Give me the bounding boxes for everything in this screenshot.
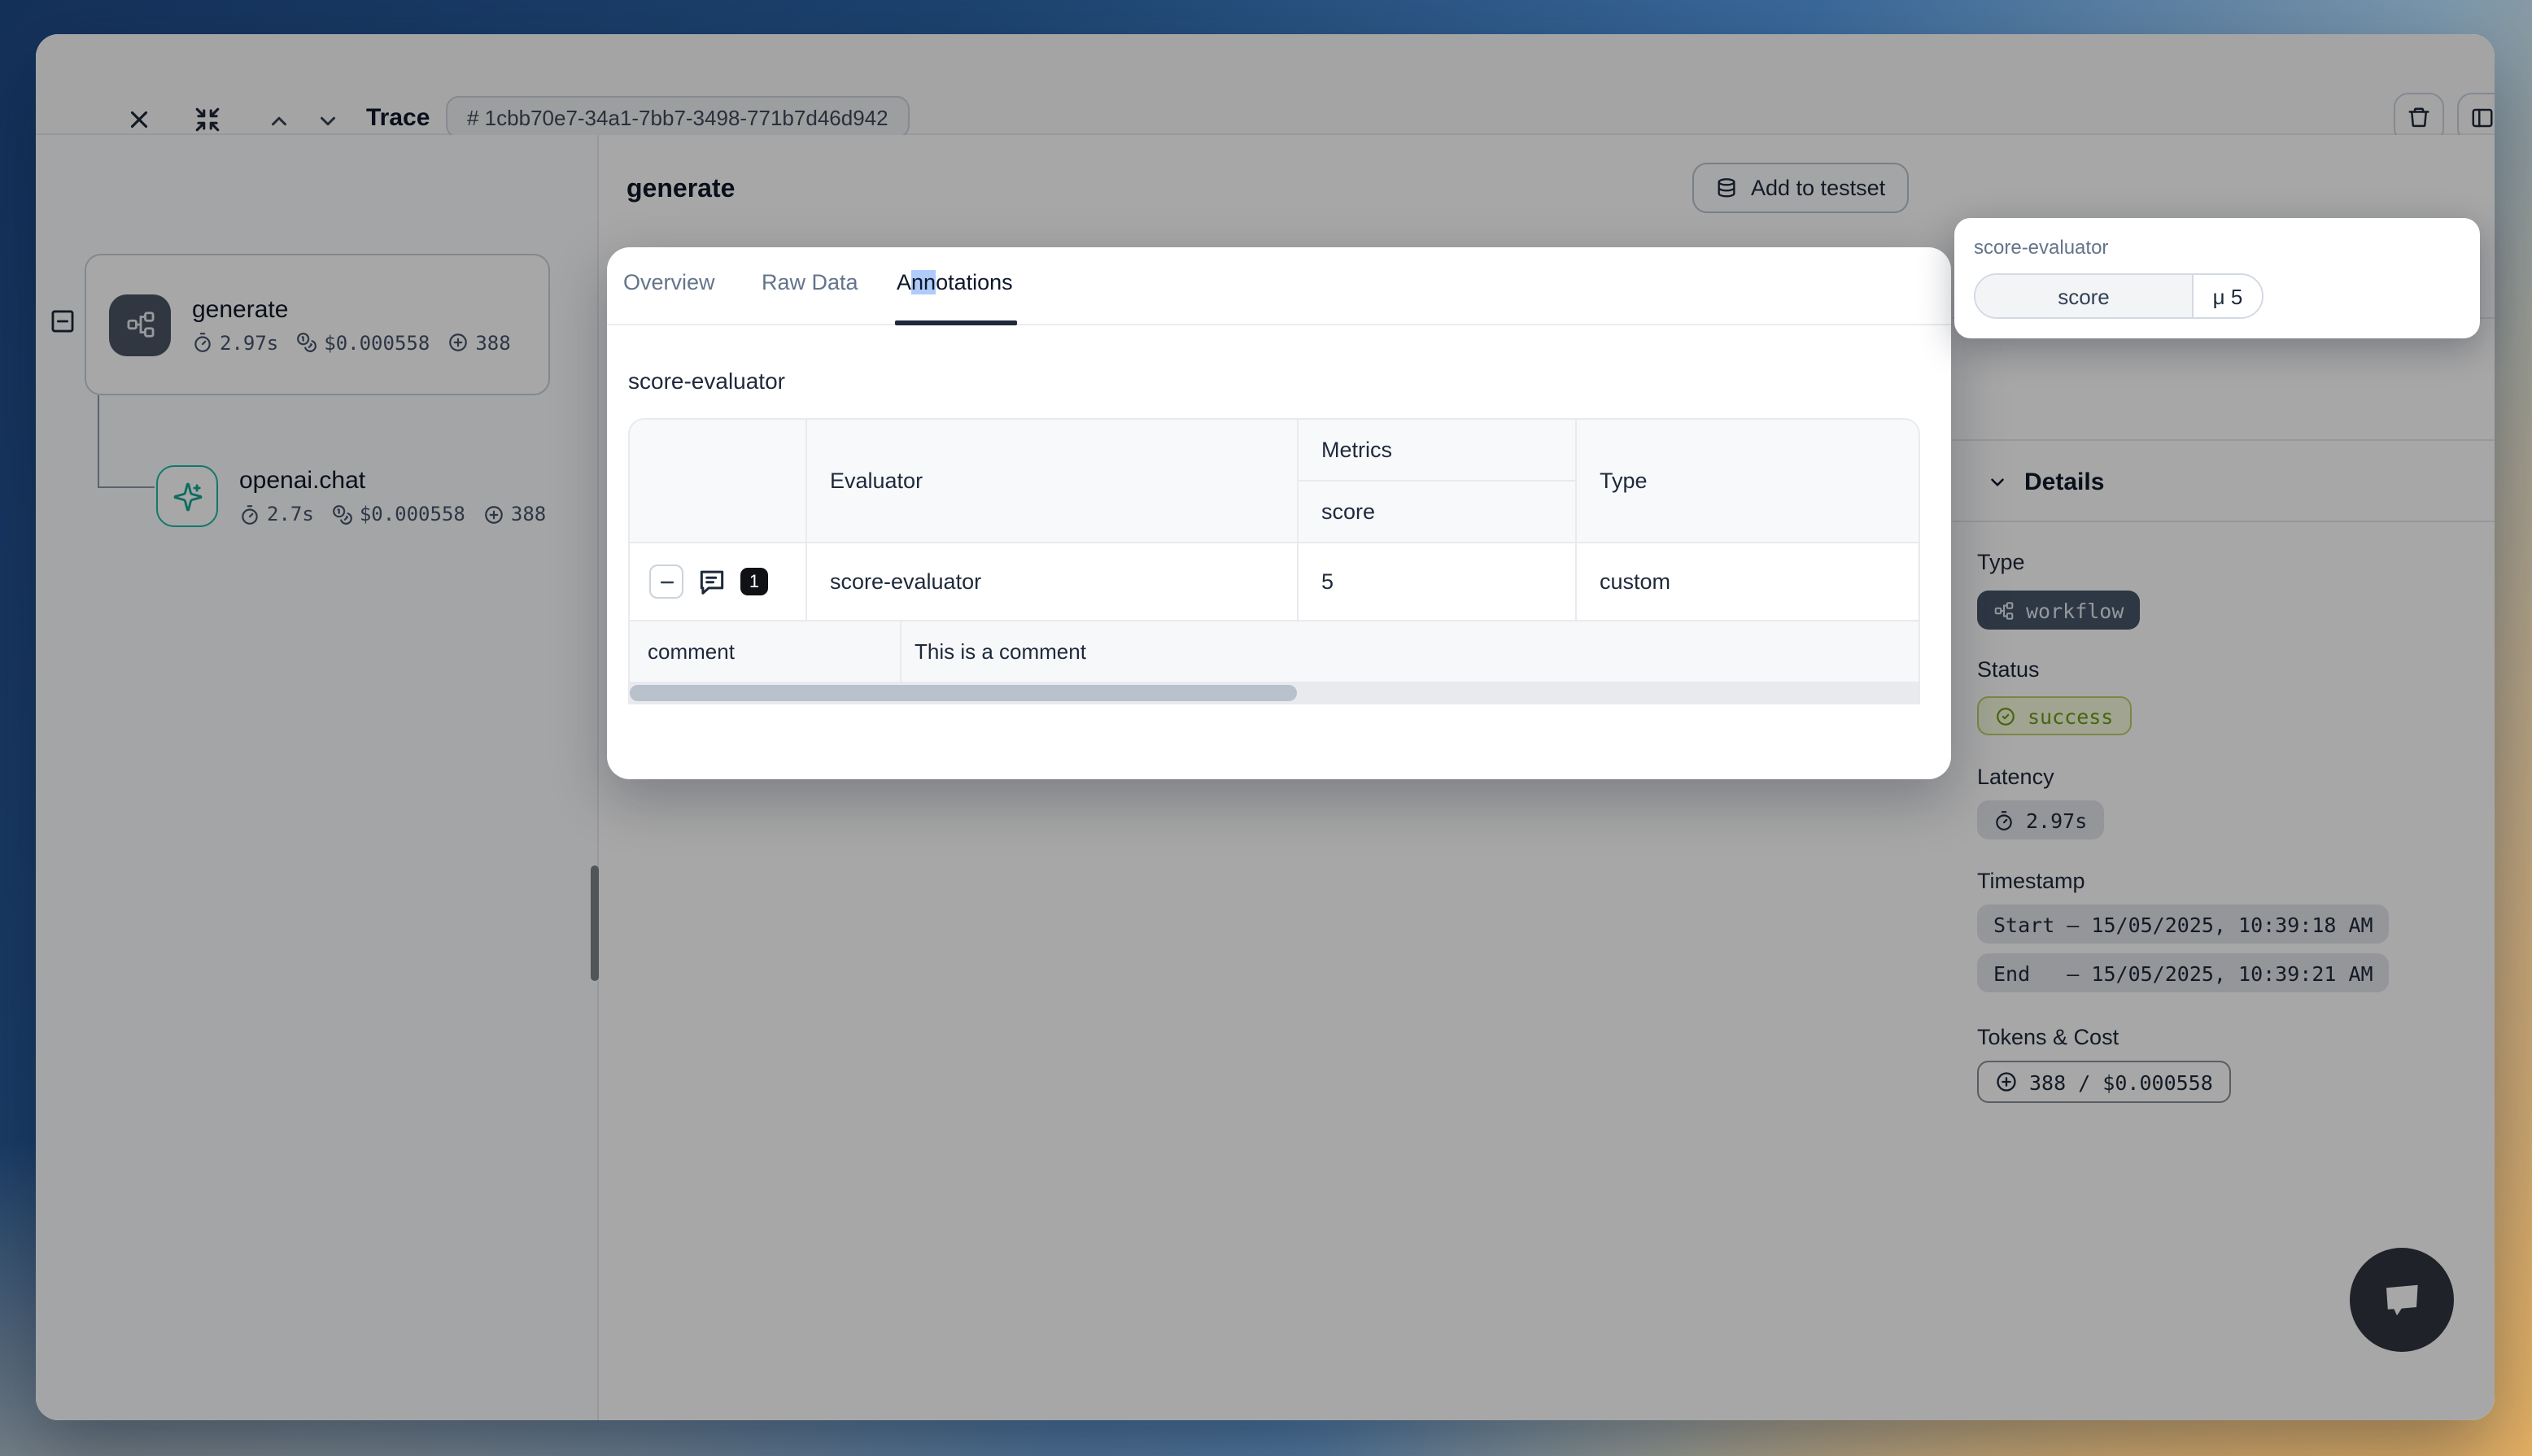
score-metric-pill[interactable]: score μ 5 xyxy=(1974,273,2264,319)
annotations-table: Evaluator Metrics score Type xyxy=(628,418,1920,683)
comment-count-badge: 1 xyxy=(740,568,768,595)
horizontal-scrollbar-thumb[interactable] xyxy=(630,685,1297,701)
comment-value: This is a comment xyxy=(900,621,1919,682)
screen: Trace # 1cbb70e7-34a1-7bb7-3498-771b7d46… xyxy=(0,0,2532,1456)
desktop-gradient-background: Trace # 1cbb70e7-34a1-7bb7-3498-771b7d46… xyxy=(0,0,2532,1456)
header-cell-type: Type xyxy=(1575,420,1919,542)
tab-annotations[interactable]: Annotations xyxy=(897,270,1013,294)
header-cell-actions xyxy=(630,420,805,542)
comment-key: comment xyxy=(630,621,900,682)
tab-raw-data[interactable]: Raw Data xyxy=(762,270,858,294)
annotations-modal: Overview Raw Data Annotations score-eval… xyxy=(607,247,1951,779)
annotation-evaluator-label: score-evaluator xyxy=(1974,236,2460,259)
active-tab-indicator xyxy=(895,320,1017,325)
comment-row: comment This is a comment xyxy=(630,620,1919,682)
table-row[interactable]: 1 score-evaluator 5 custom xyxy=(630,542,1919,620)
comment-icon xyxy=(696,566,727,597)
metric-aggregate-value: μ 5 xyxy=(2194,275,2262,317)
table-header: Evaluator Metrics score Type xyxy=(630,420,1919,542)
span-tabs: Overview Raw Data Annotations xyxy=(607,247,1951,325)
evaluator-section-title: score-evaluator xyxy=(628,368,785,394)
header-cell-metric-score: score xyxy=(1299,480,1575,542)
cell-type: custom xyxy=(1575,543,1919,620)
minus-icon xyxy=(657,572,676,591)
tab-overview[interactable]: Overview xyxy=(623,270,715,294)
header-cell-evaluator: Evaluator xyxy=(805,420,1297,542)
metric-name-field[interactable]: score xyxy=(1975,275,2194,317)
horizontal-scrollbar[interactable] xyxy=(628,682,1920,704)
annotation-score-card: score-evaluator score μ 5 xyxy=(1954,218,2480,338)
text-selection-highlight: nn xyxy=(911,270,936,294)
cell-evaluator: score-evaluator xyxy=(805,543,1297,620)
header-cell-metrics: Metrics score xyxy=(1297,420,1575,542)
collapse-row-button[interactable] xyxy=(649,565,683,599)
cell-score: 5 xyxy=(1297,543,1575,620)
